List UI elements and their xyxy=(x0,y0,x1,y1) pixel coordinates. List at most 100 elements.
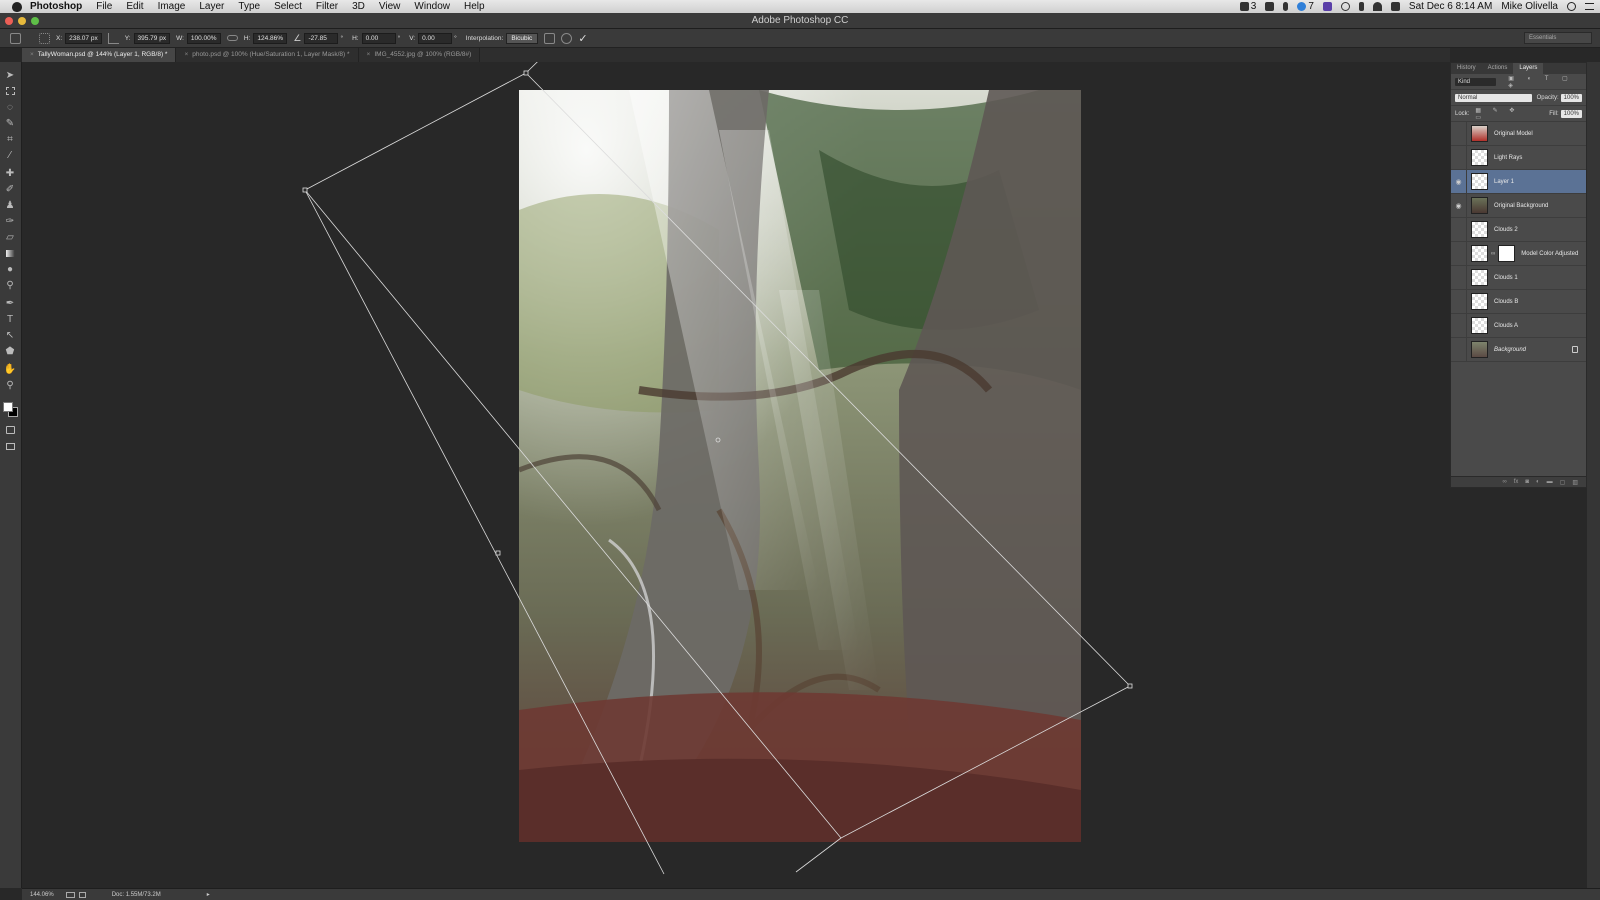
menu-file[interactable]: File xyxy=(96,1,112,12)
shape-tool-icon[interactable]: ⬟ xyxy=(4,345,16,357)
lock-options-icons[interactable]: ▦ ✎ ✥ ▭ xyxy=(1475,107,1535,121)
layer-row-original-model[interactable]: Original Model xyxy=(1451,121,1586,146)
notification-status-icon[interactable]: 7 xyxy=(1297,1,1314,12)
status-info-icon[interactable] xyxy=(65,891,75,898)
status-menu-arrow-icon[interactable]: ▸ xyxy=(207,891,210,898)
layer-row-original-background[interactable]: ◉ Original Background xyxy=(1451,193,1586,218)
menu-app-name[interactable]: Photoshop xyxy=(30,1,82,12)
history-brush-tool-icon[interactable]: ✑ xyxy=(4,215,16,227)
screen-mode-icon[interactable] xyxy=(4,440,16,452)
layer-row-clouds-a[interactable]: Clouds A xyxy=(1451,313,1586,338)
type-tool-icon[interactable]: T xyxy=(4,313,16,325)
zoom-tool-icon[interactable]: ⚲ xyxy=(4,379,16,391)
notification-center-icon[interactable] xyxy=(1585,3,1594,10)
transform-handle-left[interactable] xyxy=(302,187,308,193)
zoom-level[interactable]: 144.06% xyxy=(30,892,54,898)
path-selection-tool-icon[interactable]: ↖ xyxy=(4,329,16,341)
menu-3d[interactable]: 3D xyxy=(352,1,365,12)
delete-layer-icon[interactable]: ▥ xyxy=(1572,479,1578,486)
angle-input[interactable]: -27.85 xyxy=(304,32,339,44)
layer-mask-thumbnail[interactable] xyxy=(1498,245,1516,262)
menu-layer[interactable]: Layer xyxy=(199,1,224,12)
menu-type[interactable]: Type xyxy=(238,1,260,12)
close-tab-icon[interactable]: × xyxy=(367,51,371,58)
new-group-icon[interactable]: ▬ xyxy=(1547,479,1553,485)
tool-preset-icon[interactable] xyxy=(10,32,21,44)
layer-visibility-toggle[interactable] xyxy=(1451,265,1467,290)
mic-icon[interactable] xyxy=(1283,2,1289,11)
menu-select[interactable]: Select xyxy=(274,1,302,12)
menu-filter[interactable]: Filter xyxy=(316,1,338,12)
mask-link-icon[interactable]: ∞ xyxy=(1491,251,1495,257)
layer-visibility-eye-icon[interactable]: ◉ xyxy=(1451,169,1467,194)
layer-visibility-eye-icon[interactable]: ◉ xyxy=(1451,193,1467,218)
healing-brush-tool-icon[interactable]: ✚ xyxy=(4,167,16,179)
layer-row-background[interactable]: Background xyxy=(1451,337,1586,362)
warp-mode-icon[interactable] xyxy=(544,32,556,44)
reference-point-icon[interactable] xyxy=(39,32,50,44)
share-icon[interactable] xyxy=(78,891,86,898)
v-skew-input[interactable]: 0.00 xyxy=(418,32,453,44)
menu-user[interactable]: Mike Olivella xyxy=(1501,1,1558,12)
layer-visibility-toggle[interactable] xyxy=(1451,121,1467,146)
dodge-tool-icon[interactable]: ⚲ xyxy=(4,279,16,291)
h-input[interactable]: 124.86% xyxy=(253,32,288,44)
clone-stamp-tool-icon[interactable]: ♟ xyxy=(4,199,16,211)
layer-row-model-color-adjusted[interactable]: ∞ Model Color Adjusted xyxy=(1451,241,1586,266)
volume-icon[interactable] xyxy=(1390,2,1400,11)
layer-row-clouds-2[interactable]: Clouds 2 xyxy=(1451,217,1586,242)
link-icon[interactable] xyxy=(226,35,238,41)
brush-tool-icon[interactable]: ✐ xyxy=(4,183,16,195)
layer-row-layer-1[interactable]: ◉ Layer 1 xyxy=(1451,169,1586,194)
transform-handle-right[interactable] xyxy=(1127,683,1133,689)
x-input[interactable]: 238.07 px xyxy=(65,32,102,44)
interpolation-select[interactable]: Bicubic xyxy=(506,32,539,44)
document-canvas[interactable] xyxy=(22,62,1450,888)
marquee-tool-icon[interactable] xyxy=(4,85,16,97)
layer-visibility-toggle[interactable] xyxy=(1451,337,1467,362)
quick-mask-icon[interactable] xyxy=(4,424,16,436)
layer-visibility-toggle[interactable] xyxy=(1451,313,1467,338)
fill-input[interactable]: 100% xyxy=(1560,109,1582,118)
dropbox-icon[interactable] xyxy=(1265,2,1275,11)
layer-visibility-toggle[interactable] xyxy=(1451,145,1467,170)
opacity-input[interactable]: 100% xyxy=(1560,93,1582,102)
gradient-tool-icon[interactable] xyxy=(4,247,16,259)
layer-visibility-toggle[interactable] xyxy=(1451,217,1467,242)
add-mask-icon[interactable]: ◙ xyxy=(1525,479,1529,485)
menu-view[interactable]: View xyxy=(379,1,401,12)
w-input[interactable]: 100.00% xyxy=(186,32,221,44)
tab-history[interactable]: History xyxy=(1451,63,1482,74)
spotlight-search-icon[interactable] xyxy=(1567,2,1576,11)
transform-reference-point[interactable] xyxy=(715,437,721,443)
adobe-status-icon[interactable]: 3 xyxy=(1239,1,1256,12)
eraser-tool-icon[interactable]: ▱ xyxy=(4,231,16,243)
link-layers-icon[interactable]: ∞ xyxy=(1502,479,1506,485)
blend-mode-select[interactable]: Normal xyxy=(1455,93,1532,102)
transform-handle-bottom-left[interactable] xyxy=(495,550,501,556)
transform-handle-top[interactable] xyxy=(523,70,529,76)
new-layer-icon[interactable]: ▢ xyxy=(1560,479,1566,486)
cancel-transform-icon[interactable] xyxy=(561,32,573,44)
pen-tool-icon[interactable]: ✒ xyxy=(4,297,16,309)
relative-position-icon[interactable] xyxy=(107,32,119,44)
layer-row-clouds-b[interactable]: Clouds B xyxy=(1451,289,1586,314)
workspace-switcher[interactable]: Essentials xyxy=(1524,32,1592,44)
hand-tool-icon[interactable]: ✋ xyxy=(4,363,16,375)
menu-image[interactable]: Image xyxy=(158,1,186,12)
close-tab-icon[interactable]: × xyxy=(30,51,34,58)
layer-row-light-rays[interactable]: Light Rays xyxy=(1451,145,1586,170)
eyedropper-tool-icon[interactable]: ⁄ xyxy=(4,149,16,161)
layer-visibility-toggle[interactable] xyxy=(1451,241,1467,266)
layer-filter-select[interactable]: Kind xyxy=(1455,77,1497,86)
layer-visibility-toggle[interactable] xyxy=(1451,289,1467,314)
filter-type-icons[interactable]: ▣ ◐ T ▢ ◈ xyxy=(1508,75,1582,89)
app-status-icon[interactable] xyxy=(1322,2,1332,11)
layer-style-icon[interactable]: fx xyxy=(1514,479,1519,485)
commit-transform-icon[interactable]: ✓ xyxy=(578,32,587,45)
blur-tool-icon[interactable]: ● xyxy=(4,263,16,275)
tab-actions[interactable]: Actions xyxy=(1482,63,1514,74)
menu-edit[interactable]: Edit xyxy=(126,1,143,12)
lasso-tool-icon[interactable]: ◌ xyxy=(4,101,16,113)
wifi-icon[interactable] xyxy=(1372,2,1382,11)
